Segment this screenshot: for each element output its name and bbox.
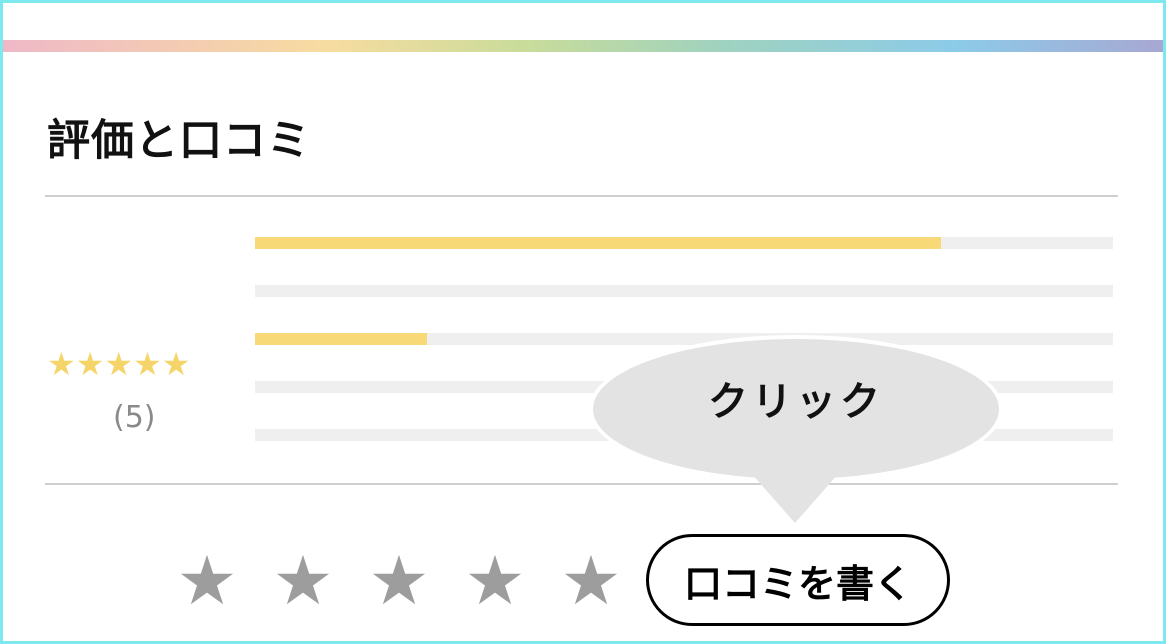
rating-bar-3 [255,333,1113,345]
top-divider [45,195,1118,197]
rate-star-3-icon[interactable]: ★ [351,548,447,616]
rating-bar-fill [255,333,427,345]
star-rating-input: ★ ★ ★ ★ ★ [159,548,639,616]
write-review-button[interactable]: 口コミを書く [646,534,950,626]
click-tooltip: クリック [593,339,999,479]
bottom-divider [45,483,1118,485]
rate-star-1-icon[interactable]: ★ [159,548,255,616]
rainbow-stripe [3,40,1163,52]
rate-star-4-icon[interactable]: ★ [447,548,543,616]
rate-star-5-icon[interactable]: ★ [543,548,639,616]
section-title: 評価と口コミ [47,116,311,166]
review-count: (5) [113,400,156,435]
rating-bar-4 [255,285,1113,297]
review-widget: 評価と口コミ ★★★★★ (5) ★ ★ ★ ★ ★ クリック 口コミを書く [0,0,1166,644]
rating-bar-fill [255,237,942,249]
average-stars-icon: ★★★★★ [47,345,191,383]
tooltip-text: クリック [708,378,884,425]
rating-bar-5 [255,237,1113,249]
rate-star-2-icon[interactable]: ★ [255,548,351,616]
average-rating: ★★★★★ (5) [47,345,227,435]
tooltip-pointer [751,473,839,523]
